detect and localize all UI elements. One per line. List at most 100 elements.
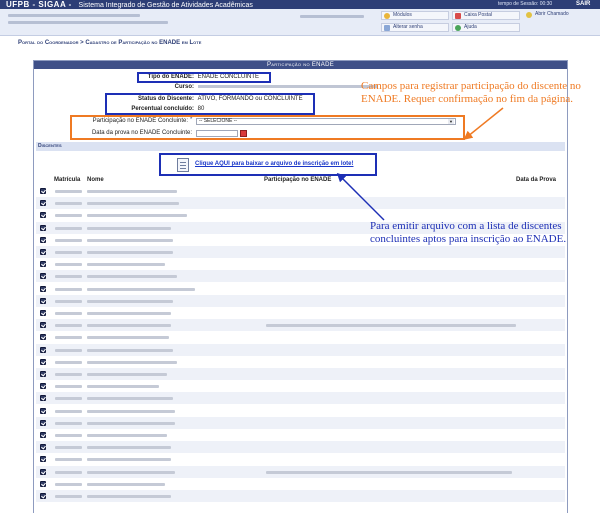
table-row <box>36 453 565 465</box>
matricula-blurred <box>55 397 82 401</box>
matricula-blurred <box>55 190 82 193</box>
col-nome: Nome <box>87 177 104 183</box>
row-checkbox[interactable] <box>40 358 46 365</box>
matricula-blurred <box>55 495 82 498</box>
user-info-bar: Módulos Caixa Postal Abrir Chamado Alter… <box>0 9 600 36</box>
help-icon <box>455 25 461 31</box>
row-checkbox[interactable] <box>40 236 46 243</box>
matricula-blurred <box>55 275 82 279</box>
table-row <box>36 270 565 283</box>
matricula-blurred <box>55 373 82 376</box>
row-checkbox[interactable] <box>40 468 46 475</box>
matricula-blurred <box>55 238 82 242</box>
exit-link[interactable]: SAIR <box>576 0 590 9</box>
curso-value-blurred <box>197 84 378 88</box>
curso-row: Curso: <box>134 83 378 91</box>
table-row <box>36 197 565 210</box>
modulos-button[interactable]: Módulos <box>381 11 449 20</box>
row-checkbox[interactable] <box>40 480 46 487</box>
nome-blurred <box>87 190 177 193</box>
matricula-blurred <box>55 470 82 474</box>
caixa-postal-button[interactable]: Caixa Postal <box>452 11 520 20</box>
nome-blurred <box>87 373 167 376</box>
table-row <box>36 185 565 197</box>
ajuda-button[interactable]: Ajuda <box>452 23 520 32</box>
row-checkbox[interactable] <box>40 456 46 463</box>
matricula-blurred <box>55 312 82 315</box>
nome-blurred <box>87 409 175 413</box>
abrir-chamado-button[interactable]: Abrir Chamado <box>524 11 592 20</box>
nome-blurred <box>87 458 171 462</box>
row-checkbox[interactable] <box>40 297 46 304</box>
form-fields-frame <box>70 115 465 140</box>
discentes-header: Discentes <box>36 142 565 151</box>
matricula-blurred <box>55 226 82 230</box>
row-checkbox[interactable] <box>40 493 46 499</box>
nome-blurred <box>87 312 171 315</box>
nome-blurred <box>87 421 175 425</box>
nome-blurred <box>87 470 175 474</box>
nome-blurred <box>87 397 173 401</box>
row-checkbox[interactable] <box>40 212 46 219</box>
table-row <box>36 258 565 270</box>
matricula-blurred <box>55 348 82 352</box>
row-checkbox[interactable] <box>40 285 46 292</box>
alterar-senha-button[interactable]: Alterar senha <box>381 23 449 32</box>
row-checkbox[interactable] <box>40 310 46 316</box>
nome-blurred <box>87 324 171 328</box>
nome-blurred <box>87 238 173 242</box>
table-row <box>36 319 565 332</box>
table-row <box>36 307 565 319</box>
nome-blurred <box>87 287 195 291</box>
session-timer: tempo de Sessão: 00:30 <box>498 1 553 7</box>
nome-blurred <box>87 336 169 340</box>
row-checkbox[interactable] <box>40 444 46 451</box>
document-icon[interactable] <box>177 158 189 172</box>
nome-blurred <box>87 226 171 230</box>
matricula-blurred <box>55 360 82 364</box>
nome-blurred <box>87 348 173 352</box>
matricula-blurred <box>55 458 82 462</box>
nome-blurred <box>87 299 173 303</box>
row-checkbox[interactable] <box>40 383 46 390</box>
row-checkbox[interactable] <box>40 249 46 255</box>
row-checkbox[interactable] <box>40 261 46 268</box>
matricula-blurred <box>55 421 82 425</box>
top-bar: UFPB - SIGAA - Sistema Integrado de Gest… <box>0 0 600 9</box>
row-checkbox[interactable] <box>40 334 46 341</box>
row-checkbox[interactable] <box>40 273 46 280</box>
caixa-postal-label: Caixa Postal <box>464 12 493 18</box>
matricula-blurred <box>55 251 82 254</box>
row-checkbox[interactable] <box>40 188 46 194</box>
table-header: Matrícula Nome Participação no ENADE Dat… <box>36 176 565 184</box>
nome-blurred <box>87 434 167 437</box>
table-row <box>36 429 565 441</box>
col-participacao: Participação no ENADE <box>264 177 332 183</box>
table-row <box>36 368 565 380</box>
nome-blurred <box>87 482 165 486</box>
download-box: Clique AQUI para baixar o arquivo de ins… <box>159 153 377 176</box>
table-row <box>36 478 565 490</box>
table-row <box>36 490 565 502</box>
table-row <box>36 380 565 392</box>
nome-blurred <box>87 446 171 450</box>
blue-annotation: Para emitir arquivo com a lista de disce… <box>370 220 567 245</box>
row-checkbox[interactable] <box>40 224 46 231</box>
breadcrumb-text[interactable]: Portal do Coordenador > Cadastro de Part… <box>18 40 201 46</box>
nome-blurred <box>87 495 171 498</box>
row-checkbox[interactable] <box>40 407 46 414</box>
matricula-blurred <box>55 446 82 450</box>
download-link[interactable]: Clique AQUI para baixar o arquivo de ins… <box>195 161 354 167</box>
row-checkbox[interactable] <box>40 322 46 329</box>
curso-label: Curso: <box>174 84 194 90</box>
semester-blurred <box>300 15 364 18</box>
matricula-blurred <box>55 324 82 328</box>
row-checkbox[interactable] <box>40 371 46 377</box>
row-checkbox[interactable] <box>40 200 46 207</box>
row-checkbox[interactable] <box>40 432 46 438</box>
modules-icon <box>384 13 390 19</box>
nome-blurred <box>87 385 159 389</box>
row-checkbox[interactable] <box>40 419 46 426</box>
row-checkbox[interactable] <box>40 346 46 353</box>
row-checkbox[interactable] <box>40 395 46 402</box>
